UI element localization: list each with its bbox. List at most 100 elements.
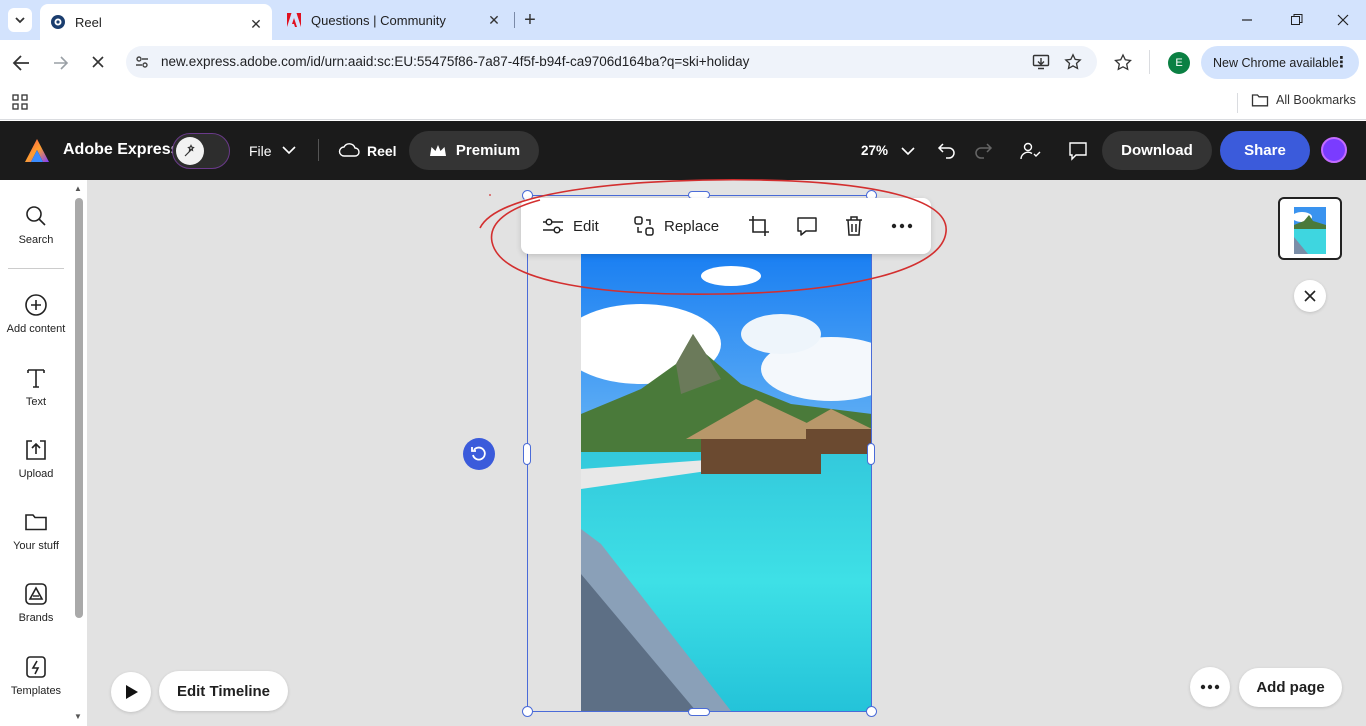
play-icon [126, 685, 138, 699]
sidebar-item-label: Templates [10, 685, 62, 697]
edit-timeline-button[interactable]: Edit Timeline [159, 671, 288, 711]
install-app-icon[interactable] [1032, 53, 1050, 71]
scroll-up-icon[interactable]: ▲ [74, 184, 82, 193]
brand-name: Adobe Express [63, 141, 180, 158]
folder-icon [1251, 94, 1269, 107]
profile-avatar[interactable]: E [1168, 52, 1190, 74]
close-window-icon[interactable] [1335, 12, 1351, 28]
sidebar-item-upload[interactable]: Upload [0, 438, 72, 480]
minimize-window-icon[interactable] [1240, 12, 1260, 28]
page-options-button[interactable] [1190, 667, 1230, 707]
left-sidebar: Search Add content Text Upload Your stuf… [0, 180, 87, 726]
sidebar-divider [8, 268, 64, 269]
header-divider [318, 139, 319, 161]
upload-icon [26, 440, 46, 460]
tab-divider [514, 12, 515, 28]
undo-icon[interactable] [936, 140, 958, 160]
file-menu[interactable]: File [249, 143, 272, 159]
rotate-handle[interactable] [463, 438, 495, 470]
sidebar-scrollbar[interactable] [75, 198, 83, 618]
more-horizontal-icon [1200, 684, 1220, 690]
sidebar-item-text[interactable]: Text [0, 366, 72, 408]
restore-window-icon[interactable] [1289, 12, 1305, 28]
red-annotation-circle [479, 178, 947, 295]
site-info-icon[interactable] [134, 54, 150, 70]
comment-icon[interactable] [1067, 140, 1089, 162]
new-chrome-available-button[interactable]: New Chrome available ⋮ [1201, 46, 1359, 79]
plus-circle-icon [25, 294, 47, 316]
url-text: new.express.adobe.com/id/urn:aaid:sc:EU:… [161, 54, 750, 69]
scroll-down-icon[interactable]: ▼ [74, 712, 82, 721]
sidebar-item-templates[interactable]: Templates [0, 655, 72, 697]
templates-icon [26, 656, 46, 678]
reading-list-icon[interactable] [1113, 53, 1133, 73]
all-bookmarks-label: All Bookmarks [1276, 93, 1356, 107]
stop-loading-icon[interactable] [90, 54, 106, 70]
sidebar-item-your-stuff[interactable]: Your stuff [0, 510, 72, 552]
sidebar-item-add-content[interactable]: Add content [0, 293, 72, 335]
adobe-express-logo-icon[interactable] [24, 138, 50, 164]
add-page-button[interactable]: Add page [1239, 668, 1342, 707]
zoom-chevron-down-icon[interactable] [901, 146, 915, 156]
apps-grid-icon[interactable] [12, 94, 28, 110]
bookmark-star-icon[interactable] [1064, 53, 1082, 71]
resize-handle-right[interactable] [867, 443, 875, 465]
folder-icon [25, 514, 47, 531]
bookmarks-bar: All Bookmarks [0, 86, 1366, 120]
page-thumbnail[interactable] [1278, 197, 1342, 260]
sidebar-item-search[interactable]: Search [0, 204, 72, 246]
toolbar-divider [1149, 50, 1150, 74]
tab-reel[interactable]: Reel ✕ [40, 4, 272, 40]
back-icon[interactable] [10, 52, 32, 74]
thumbnail-image [1294, 207, 1326, 254]
sidebar-item-label: Search [18, 234, 54, 246]
tab-questions-community[interactable]: Questions | Community ✕ [276, 0, 510, 40]
close-icon [1304, 290, 1316, 302]
redo-icon[interactable] [972, 140, 994, 160]
chevron-down-icon [15, 17, 25, 24]
close-tab-icon[interactable]: ✕ [248, 16, 264, 32]
sidebar-item-label: Add content [6, 323, 66, 335]
more-vertical-icon: ⋮ [1334, 54, 1349, 71]
address-bar[interactable]: new.express.adobe.com/id/urn:aaid:sc:EU:… [126, 46, 1097, 78]
generative-toggle[interactable] [172, 133, 230, 169]
resize-handle-bottom[interactable] [688, 708, 710, 716]
tab-title: Reel [75, 14, 102, 30]
user-avatar[interactable] [1321, 137, 1347, 163]
chevron-down-icon[interactable] [282, 145, 296, 155]
cloud-icon [338, 141, 360, 159]
new-chrome-label: New Chrome available [1213, 55, 1339, 70]
sidebar-item-label: Your stuff [13, 540, 59, 552]
invite-collaborator-icon[interactable] [1019, 140, 1041, 162]
rotate-icon [471, 446, 486, 461]
bookmarks-divider [1237, 93, 1238, 113]
tab-title: Questions | Community [311, 12, 446, 28]
resize-handle-bottom-right[interactable] [866, 706, 877, 717]
forward-icon[interactable] [52, 54, 70, 72]
close-tab-icon[interactable]: ✕ [486, 12, 502, 28]
new-tab-plus-icon[interactable]: + [520, 9, 540, 31]
close-pages-button[interactable] [1294, 280, 1326, 312]
adobe-favicon-icon [287, 13, 301, 27]
resize-handle-left[interactable] [523, 443, 531, 465]
browser-toolbar: new.express.adobe.com/id/urn:aaid:sc:EU:… [0, 40, 1366, 86]
tab-search-button[interactable] [8, 8, 32, 32]
download-button[interactable]: Download [1102, 131, 1212, 170]
zoom-level[interactable]: 27% [861, 143, 888, 158]
resize-handle-bottom-left[interactable] [522, 706, 533, 717]
share-button[interactable]: Share [1220, 131, 1310, 170]
crown-icon [429, 144, 446, 156]
play-button[interactable] [111, 672, 151, 712]
browser-tab-strip: Reel ✕ Questions | Community ✕ + [0, 0, 1366, 40]
all-bookmarks-button[interactable]: All Bookmarks [1251, 92, 1356, 108]
text-icon [27, 369, 45, 388]
premium-label: Premium [455, 142, 521, 159]
sidebar-item-label: Brands [18, 612, 54, 624]
search-icon [26, 206, 46, 226]
brands-icon [25, 583, 47, 605]
sidebar-item-label: Upload [18, 468, 54, 480]
premium-button[interactable]: Premium [409, 131, 539, 170]
document-name[interactable]: Reel [367, 143, 397, 159]
sidebar-item-brands[interactable]: Brands [0, 582, 72, 624]
sparkle-wand-icon [176, 137, 204, 165]
